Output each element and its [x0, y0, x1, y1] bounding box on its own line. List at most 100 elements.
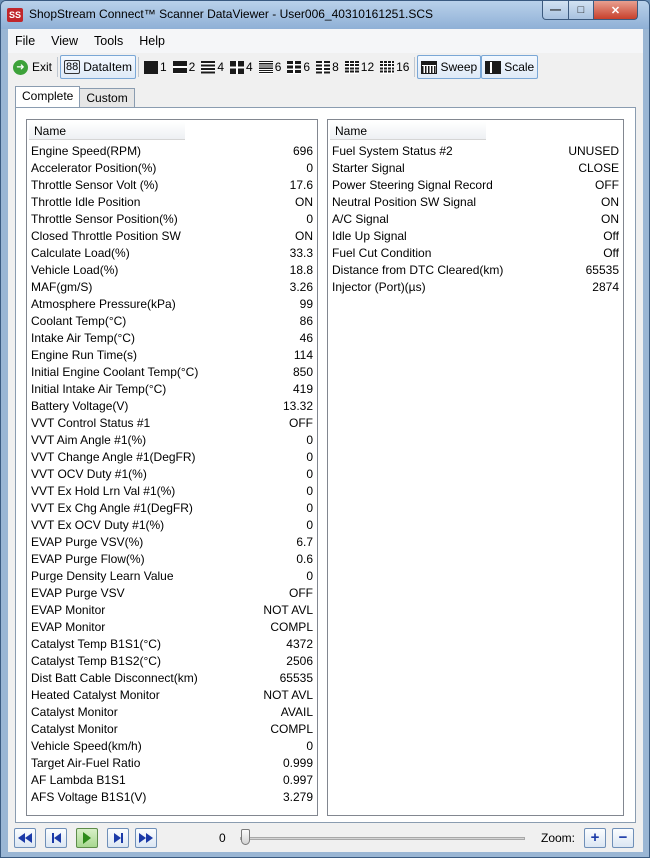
data-grid-right[interactable]: Name Fuel System Status #2 UNUSED Starter …	[327, 119, 624, 816]
cell-value: UNUSED	[568, 143, 619, 158]
table-row[interactable]: Initial Intake Air Temp(°C) 419	[27, 380, 317, 397]
cell-name: Purge Density Learn Value	[31, 568, 174, 583]
exit-button[interactable]: ➜ Exit	[10, 55, 55, 79]
table-row[interactable]: A/C Signal ON	[328, 210, 623, 227]
table-row[interactable]: EVAP Purge VSV(%) 6.7	[27, 533, 317, 550]
tab-complete[interactable]: Complete	[15, 86, 81, 107]
table-row[interactable]: Throttle Sensor Position(%) 0	[27, 210, 317, 227]
table-row[interactable]: Initial Engine Coolant Temp(°C) 850	[27, 363, 317, 380]
layout-grid-icon	[344, 60, 359, 74]
skip-back-icon	[25, 833, 32, 843]
data-grid-left[interactable]: Name Engine Speed(RPM) 696 Accelerator Pos…	[26, 119, 318, 816]
table-row[interactable]: Accelerator Position(%) 0	[27, 159, 317, 176]
menu-file[interactable]: File	[8, 29, 44, 53]
title-bar[interactable]: SS ShopStream Connect™ Scanner DataViewe…	[1, 1, 649, 29]
table-row[interactable]: Heated Catalyst Monitor NOT AVL	[27, 686, 317, 703]
layout-2-button[interactable]: 2	[170, 55, 199, 79]
column-header-name[interactable]: Name	[29, 122, 185, 140]
cell-value: NOT AVL	[263, 602, 313, 617]
cell-name: Dist Batt Cable Disconnect(km)	[31, 670, 198, 685]
layout-grid-icon	[287, 60, 302, 74]
cell-value: 0	[306, 517, 313, 532]
table-row[interactable]: VVT OCV Duty #1(%) 0	[27, 465, 317, 482]
step-forward-button[interactable]	[107, 828, 129, 848]
table-row[interactable]: Atmosphere Pressure(kPa) 99	[27, 295, 317, 312]
table-row[interactable]: Battery Voltage(V) 13.32	[27, 397, 317, 414]
cell-value: 0	[306, 738, 313, 753]
table-row[interactable]: EVAP Purge VSV OFF	[27, 584, 317, 601]
menu-view[interactable]: View	[44, 29, 87, 53]
table-row[interactable]: Catalyst Monitor AVAIL	[27, 703, 317, 720]
table-row[interactable]: Target Air-Fuel Ratio 0.999	[27, 754, 317, 771]
table-row[interactable]: Calculate Load(%) 33.3	[27, 244, 317, 261]
table-row[interactable]: Vehicle Load(%) 18.8	[27, 261, 317, 278]
table-row[interactable]: Throttle Sensor Volt (%) 17.6	[27, 176, 317, 193]
table-row[interactable]: Coolant Temp(°C) 86	[27, 312, 317, 329]
column-header-name[interactable]: Name	[330, 122, 486, 140]
table-row[interactable]: AF Lambda B1S1 0.997	[27, 771, 317, 788]
table-row[interactable]: Catalyst Monitor COMPL	[27, 720, 317, 737]
client-area: File View Tools Help ➜ Exit 88 DataItem …	[8, 29, 643, 852]
table-row[interactable]: Purge Density Learn Value 0	[27, 567, 317, 584]
table-row[interactable]: VVT Control Status #1 OFF	[27, 414, 317, 431]
layout-8-button[interactable]: 8	[313, 55, 342, 79]
tab-custom[interactable]: Custom	[79, 88, 135, 107]
skip-to-end-button[interactable]	[135, 828, 157, 848]
table-row[interactable]: VVT Change Angle #1(DegFR) 0	[27, 448, 317, 465]
timeline-slider-thumb[interactable]	[241, 829, 250, 845]
table-row[interactable]: EVAP Monitor NOT AVL	[27, 601, 317, 618]
table-row[interactable]: Engine Speed(RPM) 696	[27, 142, 317, 159]
cell-name: Accelerator Position(%)	[31, 160, 157, 175]
sweep-button[interactable]: Sweep	[417, 55, 482, 79]
layout-16-button[interactable]: 16	[377, 55, 412, 79]
zoom-out-button[interactable]: −	[612, 828, 634, 848]
layout-1-button[interactable]: 1	[141, 55, 170, 79]
layout-4-grid-button[interactable]: 4	[227, 55, 256, 79]
timeline-slider-track[interactable]	[240, 837, 525, 840]
play-button[interactable]	[76, 828, 98, 848]
table-row[interactable]: MAF(gm/S) 3.26	[27, 278, 317, 295]
close-button[interactable]: ✕	[593, 1, 638, 20]
table-row[interactable]: Fuel Cut Condition Off	[328, 244, 623, 261]
layout-12-button[interactable]: 12	[342, 55, 377, 79]
layout-grid-icon	[316, 60, 331, 74]
table-row[interactable]: Starter Signal CLOSE	[328, 159, 623, 176]
minimize-button[interactable]: —	[542, 1, 569, 20]
table-row[interactable]: Engine Run Time(s) 114	[27, 346, 317, 363]
zoom-in-button[interactable]: +	[584, 828, 606, 848]
table-row[interactable]: Injector (Port)(µs) 2874	[328, 278, 623, 295]
layout-6-rows-button[interactable]: 6	[256, 55, 285, 79]
table-row[interactable]: Intake Air Temp(°C) 46	[27, 329, 317, 346]
scale-button[interactable]: Scale	[481, 55, 539, 79]
skip-to-start-button[interactable]	[14, 828, 36, 848]
table-row[interactable]: EVAP Purge Flow(%) 0.6	[27, 550, 317, 567]
layout-4-rows-button[interactable]: 4	[198, 55, 227, 79]
menu-help[interactable]: Help	[132, 29, 174, 53]
cell-value: 3.26	[289, 279, 313, 294]
table-row[interactable]: EVAP Monitor COMPL	[27, 618, 317, 635]
table-row[interactable]: VVT Ex OCV Duty #1(%) 0	[27, 516, 317, 533]
table-row[interactable]: Idle Up Signal Off	[328, 227, 623, 244]
table-row[interactable]: AFS Voltage B1S1(V) 3.279	[27, 788, 317, 805]
table-row[interactable]: VVT Ex Hold Lrn Val #1(%) 0	[27, 482, 317, 499]
table-row[interactable]: VVT Ex Chg Angle #1(DegFR) 0	[27, 499, 317, 516]
table-row[interactable]: Catalyst Temp B1S1(°C) 4372	[27, 635, 317, 652]
cell-value: 99	[299, 296, 313, 311]
table-row[interactable]: VVT Aim Angle #1(%) 0	[27, 431, 317, 448]
table-row[interactable]: Neutral Position SW Signal ON	[328, 193, 623, 210]
table-row[interactable]: Distance from DTC Cleared(km) 65535	[328, 261, 623, 278]
table-row[interactable]: Power Steering Signal Record OFF	[328, 176, 623, 193]
table-row[interactable]: Dist Batt Cable Disconnect(km) 65535	[27, 669, 317, 686]
cell-value: 114	[293, 347, 313, 362]
table-row[interactable]: Closed Throttle Position SW ON	[27, 227, 317, 244]
menu-tools[interactable]: Tools	[87, 29, 132, 53]
cell-name: EVAP Purge VSV	[31, 585, 125, 600]
maximize-button[interactable]: □	[568, 1, 594, 20]
table-row[interactable]: Fuel System Status #2 UNUSED	[328, 142, 623, 159]
dataitem-button[interactable]: 88 DataItem	[60, 55, 136, 79]
table-row[interactable]: Throttle Idle Position ON	[27, 193, 317, 210]
table-row[interactable]: Catalyst Temp B1S2(°C) 2506	[27, 652, 317, 669]
table-row[interactable]: Vehicle Speed(km/h) 0	[27, 737, 317, 754]
layout-6-grid-button[interactable]: 6	[284, 55, 313, 79]
step-back-button[interactable]	[45, 828, 67, 848]
